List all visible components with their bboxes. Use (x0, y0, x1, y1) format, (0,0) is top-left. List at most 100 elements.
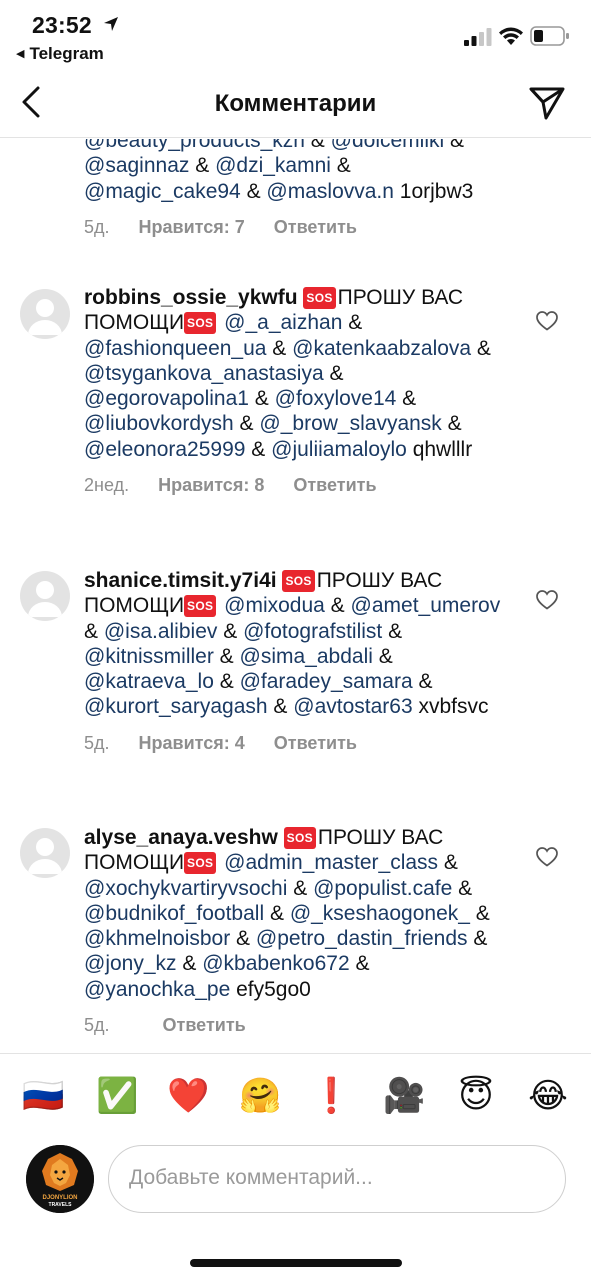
avatar[interactable] (20, 828, 70, 878)
mention-link[interactable]: @_brow_slavyansk (259, 412, 441, 435)
mention-link[interactable]: @fotografstilist (243, 620, 382, 643)
sos-badge: SOS (283, 827, 316, 849)
wifi-icon (499, 27, 523, 45)
mention-link[interactable]: @saginnaz (84, 154, 189, 177)
sos-badge: SOS (184, 312, 217, 335)
share-send-icon[interactable] (528, 85, 566, 121)
tears-of-joy-emoji-button[interactable]: 😂 (528, 1076, 568, 1116)
comment-text: shanice.timsit.y7i4i SOS ПРОШУ ВАС ПОМОЩИ… (84, 569, 501, 719)
comment-tail: efy5go0 (236, 977, 311, 1001)
reply-button[interactable]: Ответить (163, 1015, 246, 1035)
comment-body: alyse_anaya.veshw SOS ПРОШУ ВАС ПОМОЩИ SOS… (84, 825, 514, 1036)
halo-face-emoji-button[interactable]: 😇 (456, 1076, 496, 1116)
mention-link[interactable]: @maslovva.n (266, 180, 394, 203)
heart-like-icon[interactable] (536, 847, 558, 867)
comment-username[interactable]: shanice.timsit.y7i4i (84, 569, 277, 592)
comment-text: alyse_anaya.veshw SOS ПРОШУ ВАС ПОМОЩИ SOS… (84, 826, 490, 1001)
comment-meta: 5д. Ответить (84, 1015, 514, 1036)
comment-input[interactable] (129, 1146, 539, 1210)
mention-link[interactable]: @liubovkordysh (84, 412, 234, 435)
mention-link[interactable]: @kurort_saryagash (84, 695, 268, 718)
page-title: Комментарии (214, 90, 377, 117)
movie-camera-emoji-button[interactable]: 🎥 (383, 1076, 425, 1116)
mention-link[interactable]: @_a_aizhan (224, 311, 342, 334)
reply-button[interactable]: Ответить (293, 475, 376, 495)
mention-link[interactable]: @dzi_kamni (215, 154, 331, 177)
mention-link[interactable]: @tsygankova_anastasiya (84, 362, 324, 385)
mention-link[interactable]: @isa.alibiev (104, 620, 218, 643)
mention-link[interactable]: @petro_dastin_friends (256, 927, 468, 950)
mention-link[interactable]: @avtostar63 (293, 695, 412, 718)
comment-body: shanice.timsit.y7i4i SOS ПРОШУ ВАС ПОМОЩИ… (84, 568, 514, 754)
mention-link[interactable]: @egorovapolina1 (84, 387, 249, 410)
mention-link[interactable]: @_kseshaogonek_ (290, 902, 470, 925)
comment-time: 2нед. (84, 475, 130, 496)
mention-link[interactable]: @juliiamaloylo (271, 438, 407, 461)
heart-like-icon[interactable] (536, 311, 558, 331)
comment-username[interactable]: alyse_anaya.veshw (84, 826, 278, 849)
sos-badge: SOS (184, 852, 217, 875)
comment-tail: qhwlllr (412, 437, 473, 461)
flag-russia-emoji-button[interactable]: 🇷🇺 (22, 1076, 64, 1116)
mention-link[interactable]: @magic_cake94 (84, 180, 241, 203)
mention-link[interactable]: @faradey_samara (240, 670, 413, 693)
mention-link[interactable]: @xochykvartiryvsochi (84, 877, 287, 900)
comments-list[interactable]: @beauty_products_kzn & @dolcemilki & @sag… (0, 139, 591, 1053)
avatar[interactable] (20, 571, 70, 621)
comment-input-box[interactable] (108, 1145, 566, 1213)
cellular-signal-icon (464, 28, 492, 46)
home-indicator[interactable] (190, 1259, 402, 1267)
mention-link[interactable]: @mixodua (224, 594, 325, 617)
red-heart-emoji-button[interactable]: ❤️ (167, 1076, 209, 1116)
svg-text:DJONYLION: DJONYLION (42, 1195, 77, 1201)
comment-time: 5д. (84, 1015, 110, 1036)
mention-link[interactable]: @katraeva_lo (84, 670, 214, 693)
default-avatar-icon (28, 581, 62, 617)
mention-link[interactable]: @kbabenko672 (202, 952, 349, 975)
mention-link[interactable]: @amet_umerov (351, 594, 501, 617)
lion-logo-icon: DJONYLION TRAVELS (26, 1145, 94, 1213)
likes-count[interactable]: Нравится: 8 (158, 475, 264, 495)
avatar[interactable] (20, 289, 70, 339)
likes-count[interactable]: Нравится: 4 (139, 733, 245, 753)
mention-link[interactable]: @yanochka_pe (84, 978, 230, 1001)
mention-link[interactable]: @populist.cafe (313, 877, 452, 900)
mention-link[interactable]: @katenkaabzalova (292, 337, 471, 360)
comment-meta: 5д. Нравится: 4 Ответить (84, 733, 514, 754)
svg-text:TRAVELS: TRAVELS (49, 1202, 73, 1208)
comment-text: robbins_ossie_ykwfu SOS ПРОШУ ВАС ПОМОЩИ S… (84, 286, 491, 461)
status-time: 23:52 (32, 12, 92, 38)
mention-link[interactable]: @dolcemilki (331, 139, 445, 152)
comment-partial: @beauty_products_kzn & @dolcemilki & @sag… (84, 139, 524, 238)
mention-link[interactable]: @budnikof_football (84, 902, 264, 925)
comment-tail: xvbfsvc (418, 695, 489, 719)
check-mark-emoji-button[interactable]: ✅ (96, 1076, 138, 1116)
mention-link[interactable]: @sima_abdali (240, 645, 373, 668)
comment-time: 5д. (84, 732, 110, 753)
mention-link[interactable]: @eleonora25999 (84, 438, 245, 461)
likes-count[interactable]: Нравится: 7 (139, 217, 245, 237)
emoji-quick-bar: 🇷🇺 ✅ ❤️ 🤗 ❗ 🎥 😇 😂 (0, 1053, 591, 1141)
exclamation-emoji-button[interactable]: ❗ (310, 1076, 352, 1116)
reply-button[interactable]: Ответить (274, 217, 357, 237)
mention-link[interactable]: @jony_kz (84, 952, 177, 975)
hugging-face-emoji-button[interactable]: 🤗 (239, 1076, 281, 1116)
status-bar: 23:52 ◀ Telegram (0, 0, 591, 70)
back-to-telegram-link[interactable]: ◀ Telegram (16, 44, 104, 64)
my-avatar[interactable]: DJONYLION TRAVELS (26, 1145, 94, 1213)
reply-button[interactable]: Ответить (274, 733, 357, 753)
mention-link[interactable]: @beauty_products_kzn (84, 139, 305, 152)
comment-text: @beauty_products_kzn & @dolcemilki & @sag… (84, 139, 524, 204)
comment-username[interactable]: robbins_ossie_ykwfu (84, 286, 298, 309)
mention-link[interactable]: @fashionqueen_ua (84, 337, 266, 360)
default-avatar-icon (28, 838, 62, 874)
mention-link[interactable]: @admin_master_class (224, 851, 438, 874)
heart-like-icon[interactable] (536, 590, 558, 610)
mention-link[interactable]: @foxylove14 (275, 387, 397, 410)
location-arrow-icon (104, 17, 118, 31)
header-bar: Комментарии (0, 70, 591, 138)
default-avatar-icon (28, 299, 62, 335)
mention-link[interactable]: @kitnissmiller (84, 645, 214, 668)
mention-link[interactable]: @khmelnoisbor (84, 927, 230, 950)
battery-icon (530, 26, 569, 46)
